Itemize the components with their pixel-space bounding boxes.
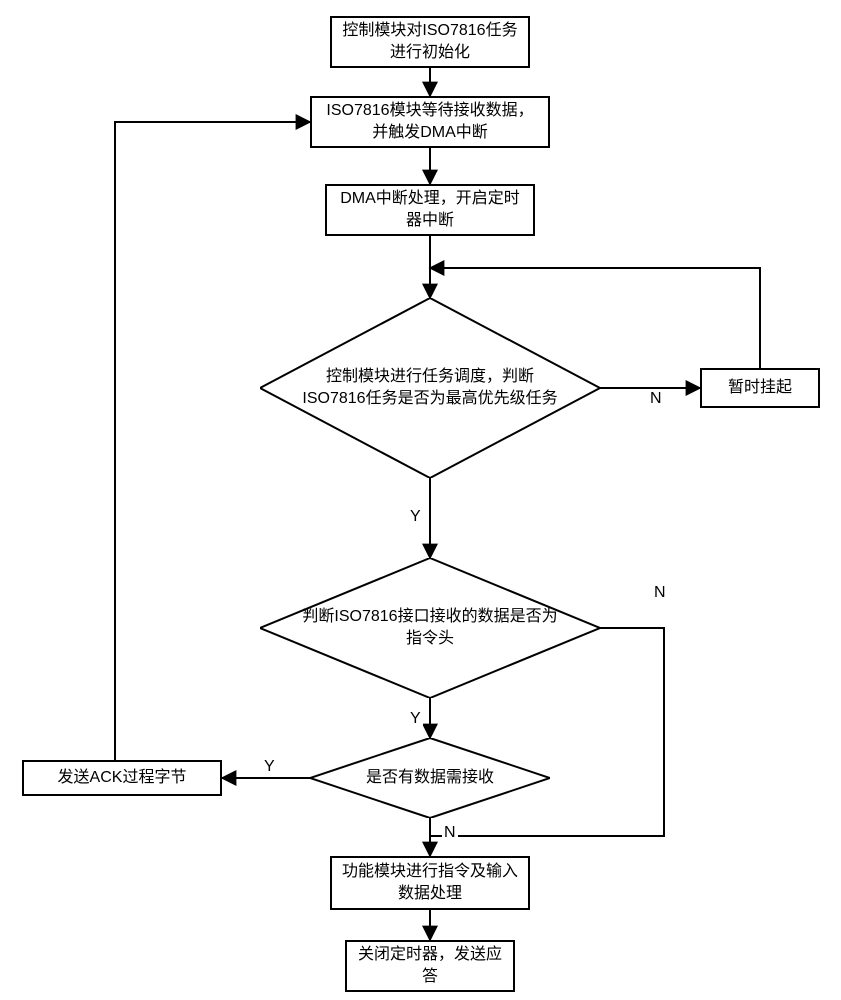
node-dma-handler: DMA中断处理，开启定时器中断 (325, 184, 535, 236)
node-wait-dma: ISO7816模块等待接收数据，并触发DMA中断 (310, 96, 550, 148)
node-suspend: 暂时挂起 (700, 368, 820, 408)
edge-n6-no: N (652, 584, 668, 602)
node-process-label: 功能模块进行指令及输入数据处理 (342, 861, 518, 904)
node-close-timer-label: 关闭定时器，发送应答 (357, 944, 503, 987)
decision-is-header: 判断ISO7816接口接收的数据是否为指令头 (260, 558, 600, 698)
node-init-label: 控制模块对ISO7816任务进行初始化 (342, 20, 518, 63)
node-wait-dma-label: ISO7816模块等待接收数据，并触发DMA中断 (322, 100, 538, 143)
edge-n4-no: N (648, 390, 664, 408)
node-suspend-label: 暂时挂起 (728, 377, 792, 399)
decision-more-data: 是否有数据需接收 (310, 738, 550, 818)
edge-n6-yes: Y (408, 710, 423, 728)
edge-n4-yes: Y (408, 508, 423, 526)
node-process: 功能模块进行指令及输入数据处理 (330, 856, 530, 910)
decision-priority: 控制模块进行任务调度，判断ISO7816任务是否为最高优先级任务 (260, 298, 600, 478)
decision-is-header-label: 判断ISO7816接口接收的数据是否为指令头 (300, 606, 560, 649)
node-dma-handler-label: DMA中断处理，开启定时器中断 (337, 188, 523, 231)
decision-priority-label: 控制模块进行任务调度，判断ISO7816任务是否为最高优先级任务 (300, 366, 560, 409)
node-close-timer: 关闭定时器，发送应答 (345, 940, 515, 992)
node-send-ack-label: 发送ACK过程字节 (58, 767, 187, 789)
flow-connectors (0, 0, 841, 1000)
edge-n7-yes: Y (262, 758, 277, 776)
node-send-ack: 发送ACK过程字节 (22, 760, 222, 796)
decision-more-data-label: 是否有数据需接收 (366, 767, 494, 789)
node-init: 控制模块对ISO7816任务进行初始化 (330, 16, 530, 68)
edge-n7-no: N (442, 824, 458, 842)
